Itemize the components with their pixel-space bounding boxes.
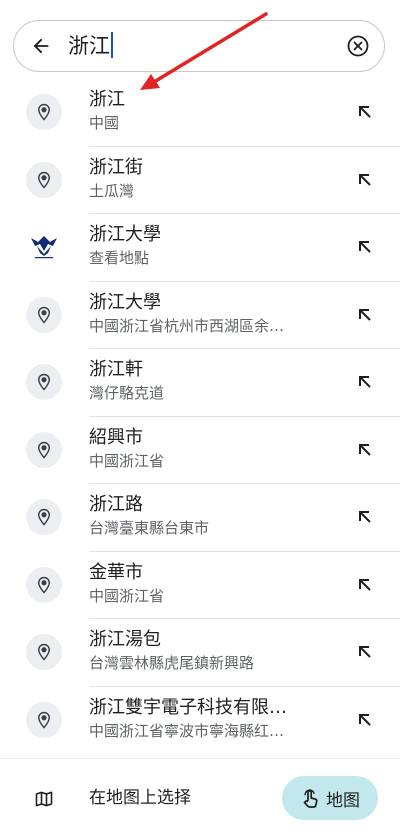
suggestion-title: 浙江雙宇電子科技有限…	[89, 696, 287, 718]
suggestion-subtitle: 中國	[89, 114, 120, 132]
suggestion-item[interactable]: 浙江雙宇電子科技有限… 中國浙江省寧波市寧海縣红…	[0, 687, 400, 755]
suggestion-subtitle: 中國浙江省杭州市西湖區余…	[89, 316, 285, 335]
suggestion-list: 浙江 中國 浙江街 土瓜灣 浙江大學 查看地點 浙江大學 中國浙江省杭州市西湖區余… 浙…	[0, 79, 400, 754]
suggestion-subtitle: 中國浙江省	[89, 586, 165, 605]
fill-query-arrow-icon[interactable]	[357, 374, 373, 390]
fill-query-arrow-icon[interactable]	[357, 307, 373, 323]
touch-icon	[303, 789, 318, 808]
university-logo	[26, 229, 62, 265]
clear-icon[interactable]	[346, 34, 370, 58]
suggestion-title: 浙江大學	[89, 224, 161, 245]
pin-icon	[26, 94, 62, 130]
suggestion-title: 紹興市	[89, 426, 143, 448]
suggestion-subtitle: 台灣臺東縣台東市	[89, 519, 210, 537]
suggestion-title: 浙江街	[89, 156, 143, 178]
back-arrow-icon[interactable]	[30, 35, 52, 57]
suggestion-item[interactable]: 浙江 中國	[0, 79, 400, 147]
fill-query-arrow-icon[interactable]	[357, 577, 373, 593]
suggestion-title: 浙江大學	[89, 291, 161, 313]
suggestion-title: 金華市	[89, 561, 143, 583]
pin-icon	[26, 431, 62, 468]
pin-icon	[26, 701, 62, 738]
suggestion-subtitle: 中國浙江省寧波市寧海縣红…	[89, 721, 285, 740]
suggestion-subtitle: 中國浙江省	[89, 451, 165, 470]
suggestion-item[interactable]: 金華市 中國浙江省	[0, 552, 400, 619]
pin-icon	[26, 634, 62, 670]
map-button-label: 地图	[326, 790, 360, 811]
suggestion-subtitle: 灣仔駱克道	[89, 384, 165, 402]
suggestion-item[interactable]: 浙江路台灣臺東縣台東市	[0, 484, 400, 552]
fill-query-arrow-icon[interactable]	[357, 712, 373, 728]
suggestion-item[interactable]: 浙江軒 灣仔駱克道	[0, 349, 400, 417]
suggestion-title: 浙江	[89, 89, 125, 110]
suggestion-item[interactable]: 浙江湯包台灣雲林縣虎尾鎮新興路	[0, 619, 400, 687]
pin-icon	[26, 566, 62, 603]
fill-query-arrow-icon[interactable]	[357, 442, 373, 458]
suggestion-item[interactable]: 浙江大學 查看地點	[0, 214, 400, 282]
fill-query-arrow-icon[interactable]	[357, 644, 373, 660]
suggestion-subtitle: 土瓜灣	[89, 181, 135, 200]
search-input[interactable]: 浙江	[68, 32, 113, 60]
search-query: 浙江	[68, 34, 110, 58]
suggestion-title: 浙江軒	[89, 359, 143, 380]
suggestion-item[interactable]: 紹興市 中國浙江省	[0, 417, 400, 484]
fill-query-arrow-icon[interactable]	[357, 509, 373, 525]
map-button[interactable]: 地图	[282, 776, 378, 820]
suggestion-item[interactable]: 浙江大學中國浙江省杭州市西湖區余…	[0, 282, 400, 349]
suggestion-title: 浙江路	[89, 494, 143, 515]
suggestion-subtitle: 台灣雲林縣虎尾鎮新興路	[89, 654, 255, 672]
folded-map-icon	[35, 791, 53, 807]
pin-icon	[26, 296, 62, 333]
fill-query-arrow-icon[interactable]	[357, 239, 373, 255]
fill-query-arrow-icon[interactable]	[357, 104, 373, 120]
pin-icon	[26, 161, 62, 198]
fill-query-arrow-icon[interactable]	[357, 172, 373, 188]
search-bar[interactable]: 浙江	[13, 20, 385, 72]
pin-icon	[26, 499, 62, 535]
pin-icon	[26, 364, 62, 400]
bottom-bar: 在地图上选择 地图	[0, 758, 400, 834]
suggestion-title: 浙江湯包	[89, 629, 161, 650]
suggestion-item[interactable]: 浙江街 土瓜灣	[0, 147, 400, 214]
choose-on-map-link[interactable]: 在地图上选择	[89, 786, 191, 810]
text-caret	[111, 32, 113, 58]
suggestion-subtitle: 查看地點	[89, 249, 150, 267]
